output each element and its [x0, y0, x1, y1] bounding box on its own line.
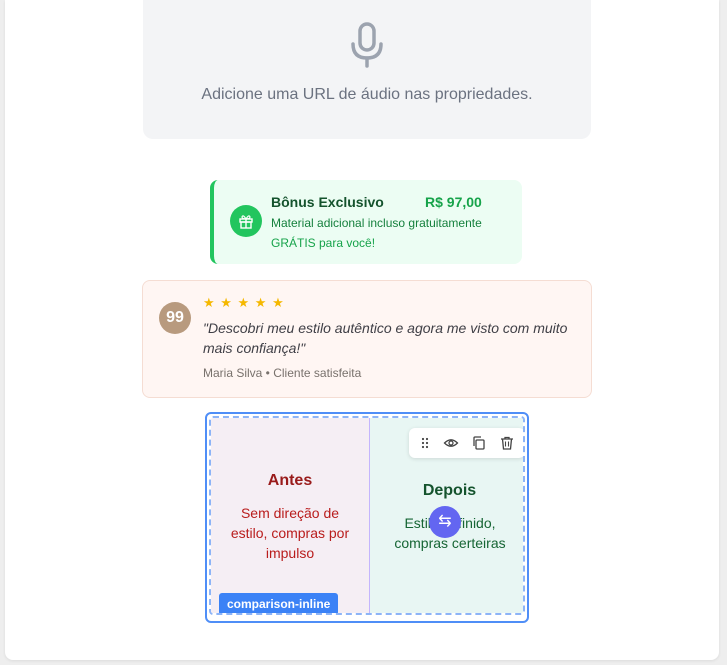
duplicate-icon[interactable]	[471, 435, 487, 451]
bonus-card[interactable]: Bônus Exclusivo R$ 97,00 Material adicio…	[210, 180, 522, 264]
testimonial-author: Maria Silva • Cliente satisfeita	[203, 366, 362, 380]
bonus-description: Material adicional incluso gratuitamente	[271, 216, 482, 230]
microphone-icon	[351, 22, 383, 68]
audio-placeholder[interactable]: Adicione uma URL de áudio nas propriedad…	[143, 0, 591, 139]
quote-icon: 99	[159, 302, 191, 334]
comparison-block-selected[interactable]: Antes Sem direção de estilo, compras por…	[205, 412, 529, 623]
comparison-inline[interactable]: Antes Sem direção de estilo, compras por…	[209, 416, 525, 615]
swap-arrows-icon[interactable]: ⇆	[429, 506, 461, 538]
trash-icon[interactable]	[499, 435, 515, 451]
before-description: Sem direção de estilo, compras por impul…	[230, 505, 350, 561]
bonus-price: R$ 97,00	[425, 194, 482, 210]
audio-placeholder-text: Adicione uma URL de áudio nas propriedad…	[201, 86, 533, 103]
block-toolbar	[409, 428, 523, 458]
bonus-free-text: GRÁTIS para você!	[271, 236, 376, 250]
testimonial-quote: "Descobri meu estilo autêntico e agora m…	[203, 320, 568, 356]
drag-handle-icon[interactable]	[417, 435, 433, 451]
before-title: Antes	[267, 472, 313, 489]
eye-icon[interactable]	[443, 435, 459, 451]
testimonial-card[interactable]: 99 ★ ★ ★ ★ ★ "Descobri meu estilo autênt…	[142, 280, 592, 398]
gift-icon	[230, 205, 262, 237]
star-rating: ★ ★ ★ ★ ★	[203, 295, 285, 310]
editor-canvas: Adicione uma URL de áudio nas propriedad…	[5, 0, 719, 660]
block-type-label: comparison-inline	[219, 593, 339, 613]
bonus-title: Bônus Exclusivo	[271, 194, 384, 210]
after-title: Depois	[422, 482, 477, 499]
before-panel: Antes Sem direção de estilo, compras por…	[211, 418, 369, 613]
